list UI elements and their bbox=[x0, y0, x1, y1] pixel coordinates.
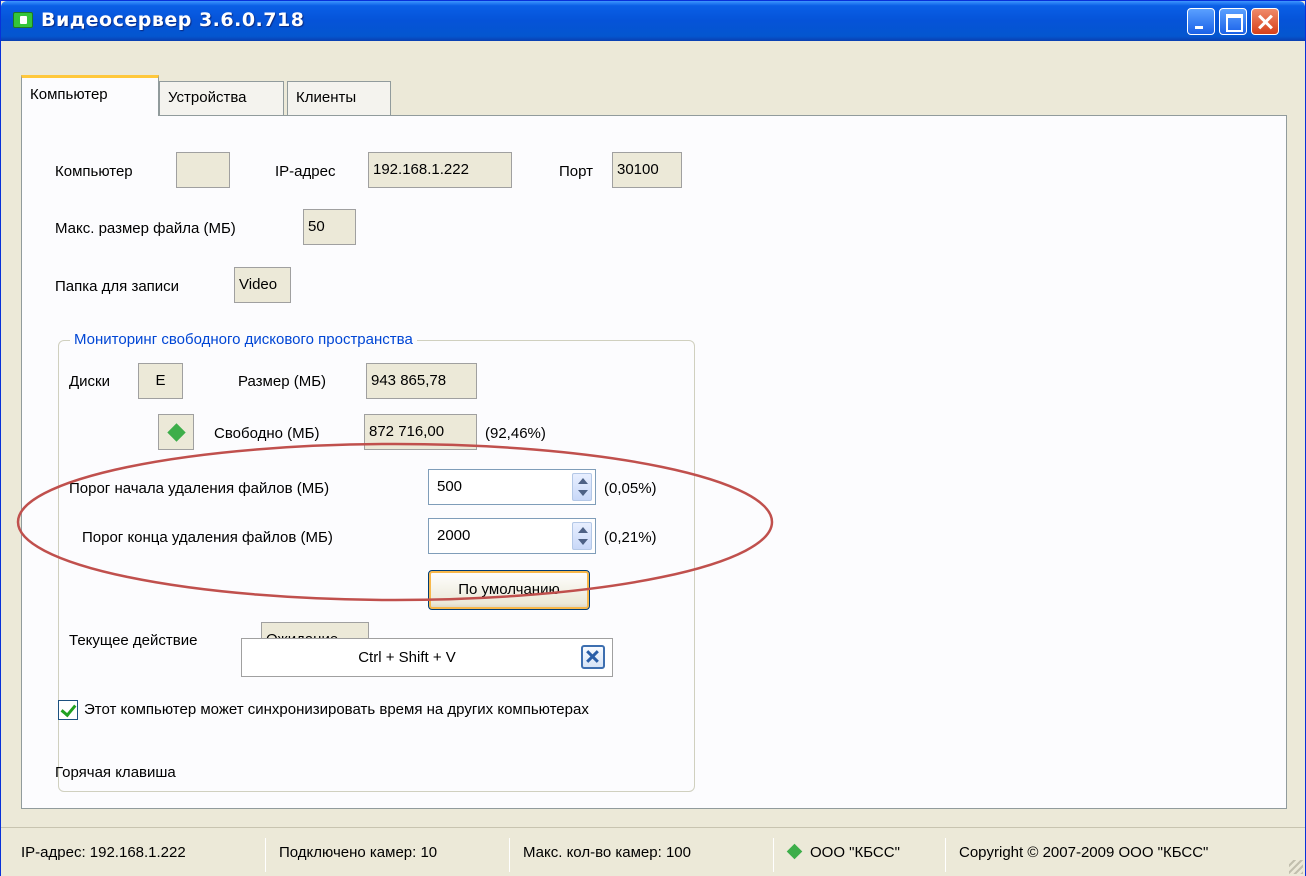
start-threshold-label: Порог начала удаления файлов (МБ) bbox=[69, 480, 330, 497]
video-camera-icon bbox=[13, 12, 33, 28]
computer-name-label: Компьютер bbox=[55, 163, 133, 180]
close-button[interactable] bbox=[1251, 8, 1279, 35]
current-action-label: Текущее действие bbox=[69, 632, 198, 649]
status-connected-cameras: Подключено камер: 10 bbox=[279, 844, 438, 861]
disk-monitoring-group bbox=[58, 340, 695, 792]
status-bar: IP-адрес: 192.168.1.222 Подключено камер… bbox=[1, 827, 1305, 876]
status-separator bbox=[773, 838, 774, 872]
status-max-cameras: Макс. кол-во камер: 100 bbox=[523, 844, 691, 861]
sync-time-label[interactable]: Этот компьютер может синхронизировать вр… bbox=[84, 701, 589, 718]
sync-time-checkbox[interactable] bbox=[58, 700, 78, 720]
start-threshold-value: 500 bbox=[437, 478, 463, 495]
disk-status-button[interactable] bbox=[158, 414, 194, 450]
tab-devices[interactable]: Устройства bbox=[159, 81, 284, 115]
hotkey-field[interactable]: Ctrl + Shift + V bbox=[241, 638, 613, 677]
status-separator bbox=[945, 838, 946, 872]
port-field: 30100 bbox=[612, 152, 682, 188]
status-copyright: Copyright © 2007-2009 ООО "КБСС" bbox=[959, 844, 1209, 861]
minimize-button[interactable] bbox=[1187, 8, 1215, 35]
tab-clients[interactable]: Клиенты bbox=[287, 81, 391, 115]
disks-field[interactable]: E bbox=[138, 363, 183, 399]
clear-x-icon[interactable] bbox=[581, 645, 605, 669]
status-separator bbox=[509, 838, 510, 872]
start-threshold-percent: (0,05%) bbox=[604, 480, 657, 497]
green-diamond-icon bbox=[167, 423, 186, 442]
record-folder-label: Папка для записи bbox=[55, 278, 180, 295]
spin-arrows-icon[interactable] bbox=[572, 522, 592, 550]
computer-tab-panel: Компьютер IP-адрес 192.168.1.222 Порт 30… bbox=[21, 115, 1287, 809]
status-ip: IP-адрес: 192.168.1.222 bbox=[21, 844, 186, 861]
hotkey-label: Горячая клавиша bbox=[55, 764, 176, 781]
maximize-button[interactable] bbox=[1219, 8, 1247, 35]
status-company-name: ООО "КБСС" bbox=[810, 844, 900, 861]
end-threshold-percent: (0,21%) bbox=[604, 529, 657, 546]
resize-grip-icon[interactable] bbox=[1289, 860, 1303, 874]
free-space-field: 872 716,00 bbox=[364, 414, 477, 450]
end-threshold-spinner[interactable]: 2000 bbox=[428, 518, 596, 554]
status-company: ООО "КБСС" bbox=[781, 836, 900, 872]
default-button[interactable]: По умолчанию bbox=[428, 570, 590, 610]
spin-arrows-icon[interactable] bbox=[572, 473, 592, 501]
port-label: Порт bbox=[559, 163, 594, 180]
record-folder-field: Video bbox=[234, 267, 291, 303]
ip-label: IP-адрес bbox=[275, 163, 336, 180]
end-threshold-label: Порог конца удаления файлов (МБ) bbox=[82, 529, 333, 546]
free-space-label: Свободно (МБ) bbox=[214, 425, 320, 442]
status-separator bbox=[265, 838, 266, 872]
start-threshold-spinner[interactable]: 500 bbox=[428, 469, 596, 505]
hotkey-value: Ctrl + Shift + V bbox=[358, 649, 456, 666]
max-file-size-field: 50 bbox=[303, 209, 356, 245]
ip-field: 192.168.1.222 bbox=[368, 152, 512, 188]
free-space-percent: (92,46%) bbox=[485, 425, 546, 442]
green-diamond-icon bbox=[786, 843, 803, 859]
disk-monitoring-title: Мониторинг свободного дискового простран… bbox=[70, 331, 417, 348]
disks-label: Диски bbox=[69, 373, 110, 390]
max-file-size-label: Макс. размер файла (МБ) bbox=[55, 220, 236, 237]
window-title: Видеосервер 3.6.0.718 bbox=[41, 9, 305, 31]
tab-computer[interactable]: Компьютер bbox=[21, 75, 159, 116]
title-bar[interactable]: Видеосервер 3.6.0.718 bbox=[1, 1, 1305, 41]
disk-size-label: Размер (МБ) bbox=[238, 373, 327, 390]
disk-size-field: 943 865,78 bbox=[366, 363, 477, 399]
computer-name-field bbox=[176, 152, 230, 188]
app-window: Видеосервер 3.6.0.718 Компьютер Устройст… bbox=[0, 0, 1306, 876]
end-threshold-value: 2000 bbox=[437, 527, 471, 544]
